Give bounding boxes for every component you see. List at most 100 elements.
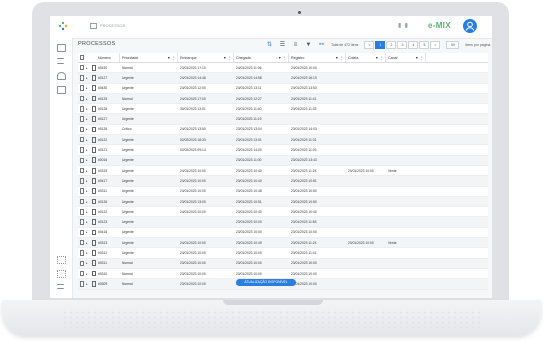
table-row[interactable]: ▸ #0430 Normal 23/01/2023 17:10 24/01/2023 1… <box>78 63 488 74</box>
cell-registro: 23/01/2023 11:24 <box>291 168 317 173</box>
table-row[interactable]: ▸ #0311 Urgente 24/01/2023 10:00 23/01/2023 … <box>78 187 488 197</box>
filter-icon[interactable]: ▼ ⋮ <box>375 56 383 60</box>
cell-canal: Verde <box>388 240 397 245</box>
page-button[interactable]: 2 <box>386 41 397 49</box>
filter-icon[interactable]: ▼ ⋮ <box>415 56 423 60</box>
dashboard-icon[interactable] <box>57 44 66 52</box>
cell-chegada: 23/01/2023 10:00 <box>236 261 262 266</box>
cell-numero: #0016 <box>98 158 108 163</box>
cell-registro: 23/01/2023 11:53 <box>291 220 317 225</box>
table-row[interactable]: ▸ #0310 Normal 23/01/2023 10:00 23/01/2023 1… <box>78 269 488 280</box>
cell-prioridade: Normal <box>122 96 133 101</box>
camera <box>298 11 301 14</box>
expand-icon[interactable] <box>57 270 66 278</box>
page-button[interactable]: 3 <box>397 41 408 49</box>
cell-numero: #0126 <box>98 127 108 132</box>
column-header-embarque[interactable]: Embarque ▼ ⋮ <box>178 53 234 62</box>
grid-icon[interactable] <box>57 256 66 264</box>
cell-numero: #0417 <box>98 178 108 183</box>
cell-embarque: 02/02/2023 09:14 <box>180 148 206 153</box>
cell-registro: 23/01/2023 10:50 <box>291 189 317 194</box>
column-header-canal[interactable]: Canal ▼ ⋮ <box>386 53 426 62</box>
cell-numero: #0122 <box>98 137 108 142</box>
page-button[interactable]: 1 <box>375 41 386 49</box>
sort-filter-icon[interactable]: ↓ ▼ ⋮ <box>275 56 286 60</box>
table-row[interactable]: ▸ #0319 Urgente 24/01/2023 10:00 23/01/2023 … <box>78 166 488 177</box>
table-row[interactable]: ▸ #0126 Crítico 24/01/2023 13:50 23/01/2023 … <box>78 125 488 136</box>
bell-icon[interactable]: ▮ <box>398 23 401 29</box>
page-button[interactable]: < <box>364 41 375 49</box>
column-header-numero[interactable]: Número <box>96 53 120 62</box>
column-label: Registro <box>291 55 305 60</box>
columns-icon[interactable]: ☰ <box>279 42 286 48</box>
cell-numero: #0313 <box>98 240 108 245</box>
users-icon[interactable] <box>57 72 66 80</box>
breadcrumb[interactable]: PROCESSOS <box>90 23 125 29</box>
column-header-chegada[interactable]: Chegada ↓ ▼ ⋮ <box>234 53 289 62</box>
cell-embarque: 30/01/2023 13:01 <box>180 106 206 111</box>
table-row[interactable]: ▸ #0123 Urgente 23/01/2023 10:00 23/01/2023 … <box>78 217 488 228</box>
filter-icon[interactable]: ▼ ⋮ <box>223 56 231 60</box>
table-row[interactable]: ▸ #0430 Urgente 24/01/2023 12:00 24/01/2023 … <box>78 84 488 94</box>
link-icon[interactable]: ⚯ <box>318 42 325 48</box>
table-row[interactable]: ▸ #0312 Urgente 24/01/2023 10:00 23/01/2023 … <box>78 248 488 259</box>
avatar[interactable] <box>463 19 477 33</box>
table-row[interactable]: ▸ #0122 Urgente 02/02/2023 18:33 23/01/2023 … <box>78 135 488 146</box>
cell-registro: 23/01/2023 10:00 <box>291 230 317 235</box>
filter-icon[interactable]: ▼ ⋮ <box>167 56 175 60</box>
per-page-select[interactable]: 50 <box>446 41 460 49</box>
cell-embarque: 24/01/2023 12:00 <box>180 86 206 91</box>
cell-chegada: 23/01/2023 10:49 <box>236 240 262 245</box>
table-row[interactable]: ▸ #0311 Normal 23/01/2023 10:00 23/01/2023 1… <box>78 258 488 269</box>
sort-icon[interactable]: ⇅ <box>266 42 273 48</box>
cell-registro: 23/01/2023 10:00 <box>291 281 317 286</box>
page-button[interactable]: 4 <box>408 41 419 49</box>
table-row[interactable]: ▸ #0122 Urgente 24/01/2023 10:00 23/01/2023 … <box>78 207 488 218</box>
cell-chegada: 23/01/2023 10:40 <box>236 209 262 214</box>
cell-prioridade: Urgente <box>122 137 134 142</box>
cell-chegada: 24/01/2023 13:11 <box>236 86 262 91</box>
brand-logo: e-MIX <box>428 21 451 30</box>
breadcrumb-label: PROCESSOS <box>100 23 126 29</box>
cell-prioridade: Urgente <box>122 148 134 153</box>
page-button[interactable]: > <box>430 41 441 49</box>
column-header-coleta[interactable]: Coleta ▼ ⋮ <box>346 53 386 62</box>
cell-numero: #0312 <box>98 250 108 255</box>
settings-icon[interactable]: ▮ <box>405 23 408 29</box>
cell-numero: #0128 <box>98 106 108 111</box>
table-row[interactable]: ▸ #0416 Urgente 23/01/2023 10:00 23/01/2023 … <box>78 228 488 239</box>
list-icon[interactable] <box>57 58 64 64</box>
cell-prioridade: Urgente <box>122 178 134 183</box>
table-row[interactable]: ▸ #0417 Urgente 24/01/2023 10:00 23/01/2023 … <box>78 176 488 187</box>
header-spacer <box>426 53 488 62</box>
cell-chegada: 23/01/2023 10:00 <box>236 271 262 276</box>
cell-embarque: 23/01/2023 10:00 <box>180 261 206 266</box>
table-row[interactable]: ▸ #0127 Urgente 24/01/2023 14:46 24/01/2023 … <box>78 73 488 84</box>
list-view-icon[interactable]: ≡ <box>292 42 299 48</box>
cell-registro: 23/01/2023 10:51 <box>291 178 317 183</box>
cell-embarque: 24/01/2023 10:00 <box>180 178 206 183</box>
cell-embarque: 24/01/2023 10:00 <box>180 189 206 194</box>
box-icon[interactable] <box>57 86 66 94</box>
folder-icon <box>90 23 97 29</box>
table-row[interactable]: ▸ #0313 Urgente 24/01/2023 10:00 23/01/2023 … <box>78 238 488 249</box>
table-row[interactable]: ▸ #0128 Urgente 30/01/2023 13:01 23/01/2023 … <box>78 104 488 115</box>
cell-embarque: 23/01/2023 10:00 <box>180 271 206 276</box>
cell-registro: 23/01/2023 14:03 <box>291 127 317 132</box>
cell-numero: #0129 <box>98 96 108 101</box>
column-header-prioridade[interactable]: Prioridade ▼ ⋮ <box>120 53 178 62</box>
column-header-registro[interactable]: Registro ▼ ⋮ <box>289 53 346 62</box>
table-row[interactable]: ▸ #0127 Urgente 23/01/2023 11:19 <box>78 114 488 125</box>
filter-icon[interactable]: ▼ <box>305 42 312 48</box>
page-button[interactable]: 5 <box>419 41 430 49</box>
table-row[interactable]: ▸ #0016 Urgente 23/01/2023 11:00 23/01/2023 … <box>78 155 488 166</box>
cell-numero: #0121 <box>98 148 108 153</box>
collapse-icon[interactable] <box>57 284 64 289</box>
table-row[interactable]: ▸ #0121 Urgente 02/02/2023 09:14 23/01/2023 … <box>78 145 488 156</box>
update-available-button[interactable]: ATUALIZAÇÃO DISPONÍVEL <box>236 279 296 286</box>
table-row[interactable]: ▸ #0129 Normal 24/01/2023 17:00 24/01/2023 1… <box>78 93 488 105</box>
table-row[interactable]: ▸ #0126 Urgente 23/01/2023 13:00 23/01/2023 … <box>78 196 488 208</box>
cell-chegada: 23/01/2023 10:40 <box>236 178 262 183</box>
filter-icon[interactable]: ▼ ⋮ <box>335 56 343 60</box>
cell-registro: 23/01/2023 11:24 <box>291 240 317 245</box>
